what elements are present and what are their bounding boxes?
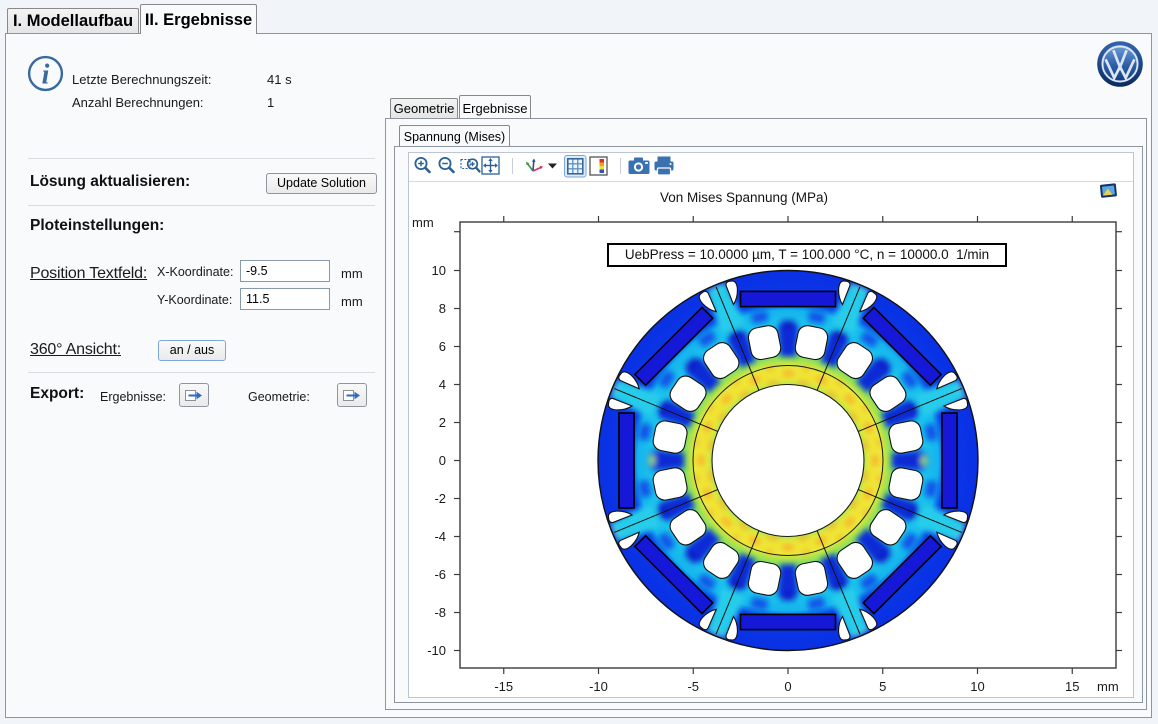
svg-text:i: i [42, 60, 50, 91]
svg-text:-8: -8 [434, 605, 446, 620]
svg-text:4: 4 [439, 377, 446, 392]
svg-text:2: 2 [439, 415, 446, 430]
svg-text:-4: -4 [434, 529, 446, 544]
svg-text:-10: -10 [589, 679, 608, 694]
svg-text:-5: -5 [687, 679, 699, 694]
svg-text:5: 5 [879, 679, 886, 694]
svg-text:0: 0 [784, 679, 791, 694]
svg-text:-10: -10 [427, 643, 446, 658]
svg-text:-15: -15 [494, 679, 513, 694]
svg-text:mm: mm [412, 215, 434, 230]
svg-text:8: 8 [439, 301, 446, 316]
svg-text:15: 15 [1065, 679, 1079, 694]
svg-text:10: 10 [432, 263, 446, 278]
svg-text:10: 10 [970, 679, 984, 694]
svg-text:mm: mm [1097, 679, 1119, 694]
svg-text:0: 0 [439, 453, 446, 468]
svg-text:-6: -6 [434, 567, 446, 582]
svg-text:-2: -2 [434, 491, 446, 506]
svg-text:6: 6 [439, 339, 446, 354]
